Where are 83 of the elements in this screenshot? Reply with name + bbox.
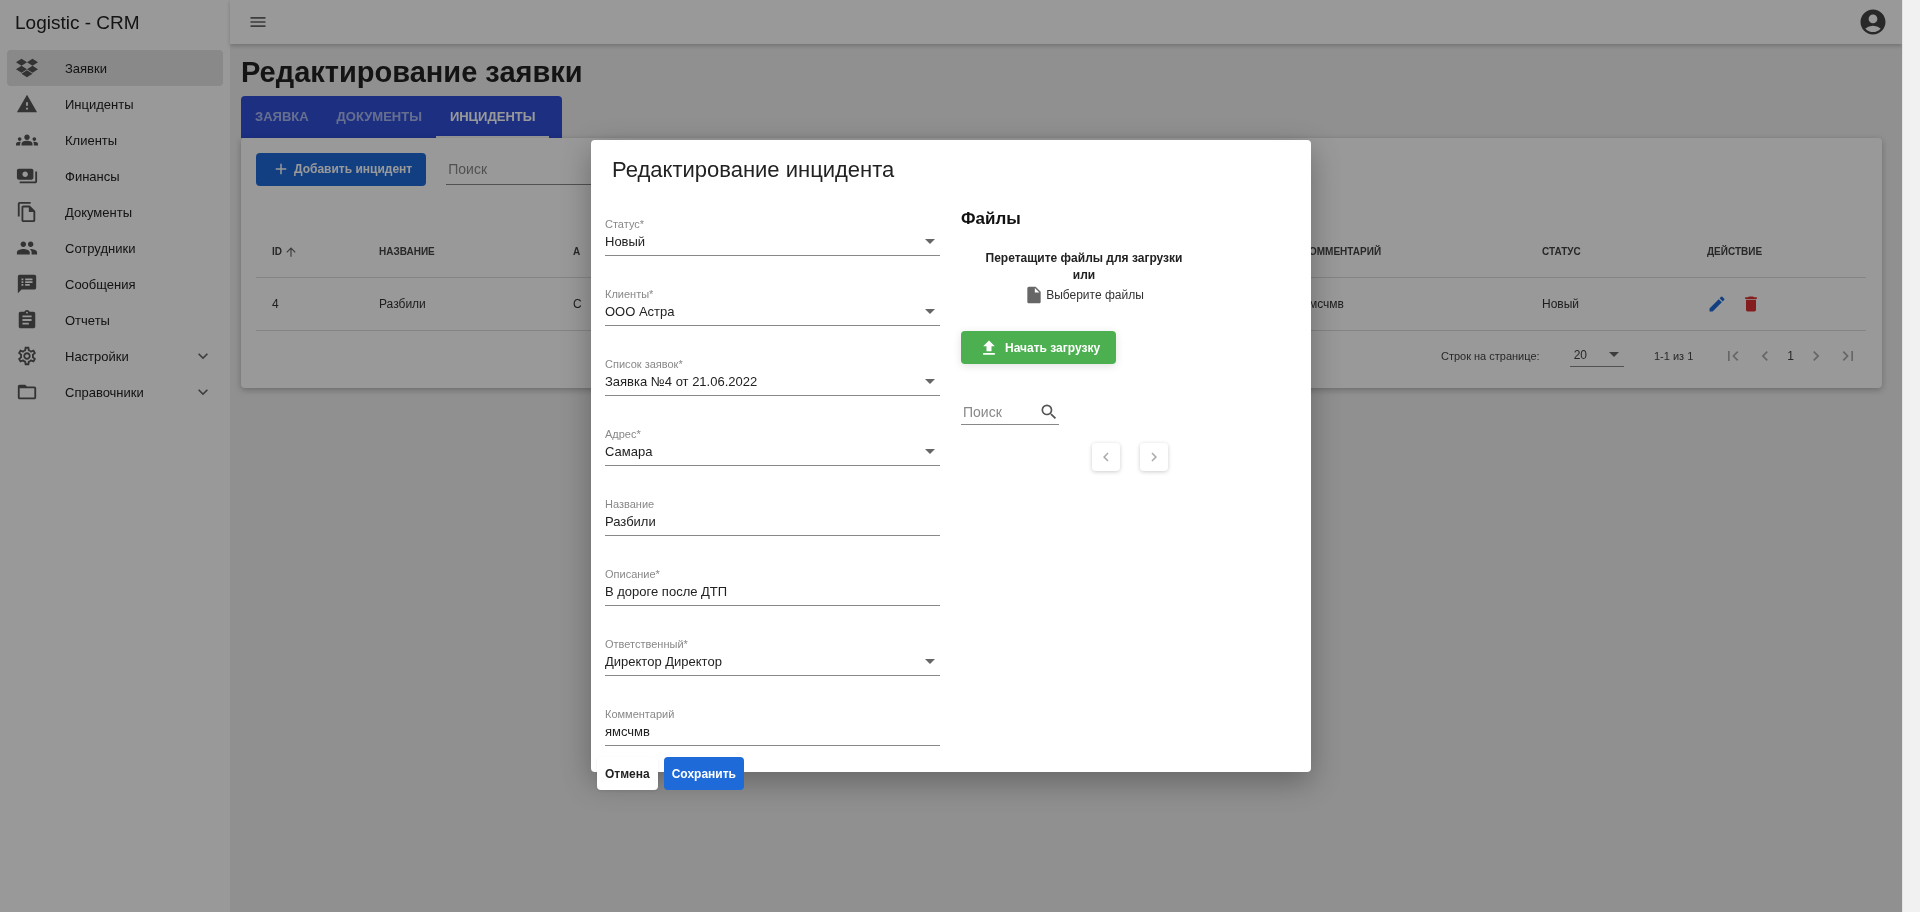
field-label: Описание* <box>605 568 660 580</box>
field-value: ООО Астра <box>605 304 675 319</box>
cancel-button[interactable]: Отмена <box>597 757 658 790</box>
sidebar-label: Финансы <box>65 168 121 184</box>
field-value: Директор Директор <box>605 654 722 669</box>
field-value: ямсчмв <box>605 724 650 739</box>
or-text: или <box>1072 268 1096 282</box>
sidebar-label: Справочники <box>65 384 145 400</box>
sidebar-item[interactable]: Клиенты <box>7 122 223 158</box>
sidebar-label: Сообщения <box>65 276 137 292</box>
warning-icon <box>16 93 38 115</box>
boxes-icon <box>16 57 38 79</box>
rows-per-page-select[interactable]: 20 <box>1569 345 1624 367</box>
message-icon <box>16 273 38 295</box>
field-value: Заявка №4 от 21.06.2022 <box>605 374 758 389</box>
column-header[interactable]: НАЗВАНИЕ <box>363 226 557 278</box>
column-header[interactable]: ДЕЙСТВИЕ <box>1691 226 1866 278</box>
sidebar-label: Инциденты <box>65 96 135 112</box>
dropdown-caret-icon <box>925 239 935 244</box>
search-icon[interactable] <box>1039 402 1059 422</box>
page-range: 1-1 из 1 <box>1654 350 1694 362</box>
select-field[interactable]: Ответственный* Директор Директор <box>605 617 940 676</box>
sidebar-item[interactable]: Отчеты <box>7 302 223 338</box>
sidebar-label: Сотрудники <box>65 240 137 256</box>
column-header[interactable]: ID <box>256 226 363 278</box>
field-value: Разбили <box>605 514 656 529</box>
table-cell: 4 <box>256 278 363 331</box>
sidebar-label: Документы <box>65 204 133 220</box>
text-field[interactable]: Комментарий ямсчмв <box>605 687 940 746</box>
sidebar-label: Заявки <box>65 60 108 76</box>
select-field[interactable]: Список заявок* Заявка №4 от 21.06.2022 <box>605 337 940 396</box>
dropdown-caret-icon <box>925 379 935 384</box>
sidebar-item[interactable]: Сообщения <box>7 266 223 302</box>
edit-icon[interactable] <box>1707 294 1727 314</box>
drop-hint: Перетащите файлы для загрузки <box>985 251 1183 265</box>
dropdown-caret-icon <box>925 309 935 314</box>
sidebar-item[interactable]: Инциденты <box>7 86 223 122</box>
sidebar-label: Клиенты <box>65 132 119 148</box>
field-label: Ответственный* <box>605 638 688 650</box>
field-value: Новый <box>605 234 646 249</box>
files-title: Файлы <box>961 209 1022 229</box>
field-value: В дороге после ДТП <box>605 584 728 599</box>
scrollbar[interactable] <box>1902 0 1920 912</box>
column-header[interactable]: СТАТУС <box>1526 226 1691 278</box>
sidebar-label: Отчеты <box>65 312 111 328</box>
field-value: Самара <box>605 444 653 459</box>
clipboard-icon <box>16 309 38 331</box>
field-label: Список заявок* <box>605 358 683 370</box>
table-cell: Разбили <box>363 278 557 331</box>
choose-files-link[interactable]: Выберите файлы <box>1046 288 1144 302</box>
field-label: Название <box>605 498 655 510</box>
sidebar-item[interactable]: Финансы <box>7 158 223 194</box>
field-label: Статус* <box>605 218 645 230</box>
field-label: Комментарий <box>605 708 675 720</box>
field-label: Адрес* <box>605 428 641 440</box>
next-button[interactable] <box>1140 443 1168 471</box>
save-button[interactable]: Сохранить <box>663 757 744 790</box>
sidebar-item[interactable]: Настройки <box>7 338 223 374</box>
dropdown-caret-icon <box>925 449 935 454</box>
table-cell: Новый <box>1526 278 1691 331</box>
field-label: Клиенты* <box>605 288 654 300</box>
page-title: Редактирование заявки <box>241 56 584 90</box>
sidebar-item[interactable]: Сотрудники <box>7 230 223 266</box>
rows-per-page-label: Строк на странице: <box>1440 350 1540 362</box>
select-field[interactable]: Адрес* Самара <box>605 407 940 466</box>
avatar-icon[interactable] <box>1858 7 1888 37</box>
select-field[interactable]: Статус* Новый <box>605 197 940 256</box>
app-title: Logistic - CRM <box>14 11 141 35</box>
sidebar-item[interactable]: Справочники <box>7 374 223 410</box>
sidebar-item[interactable]: Документы <box>7 194 223 230</box>
add-incident-button[interactable]: Добавить инцидент <box>256 152 427 186</box>
page-number: 1 <box>1787 349 1794 363</box>
sidebar-item[interactable]: Заявки <box>7 50 223 86</box>
text-field[interactable]: Название Разбили <box>605 477 940 536</box>
settings-icon <box>16 345 38 367</box>
sidebar-label: Настройки <box>65 348 130 364</box>
dropdown-caret-icon <box>925 659 935 664</box>
text-field[interactable]: Описание* В дороге после ДТП <box>605 547 940 606</box>
select-field[interactable]: Клиенты* ООО Астра <box>605 267 940 326</box>
dialog-title: Редактирование инцидента <box>611 156 896 183</box>
documents-icon <box>16 201 38 223</box>
previous-button[interactable] <box>1092 443 1120 471</box>
dropdown-caret-icon <box>1609 352 1619 357</box>
